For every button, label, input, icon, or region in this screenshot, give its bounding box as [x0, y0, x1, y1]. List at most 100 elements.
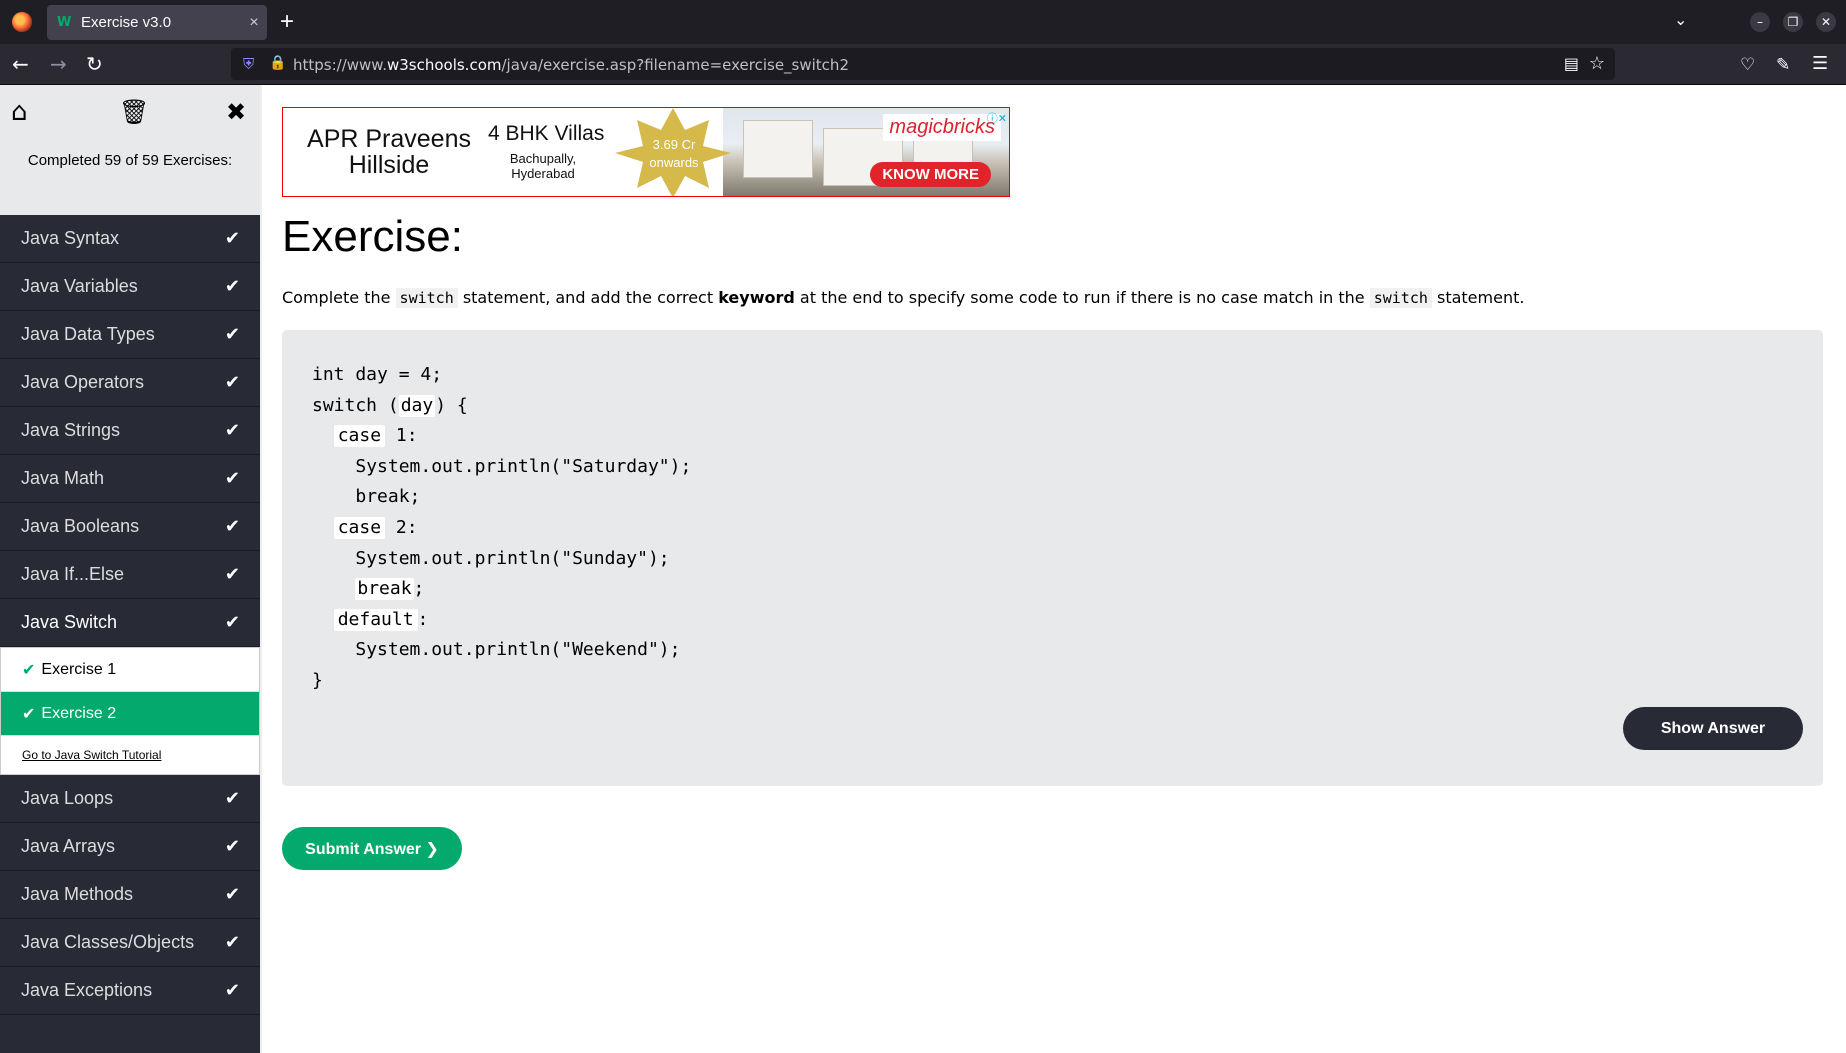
new-tab-button[interactable]: + — [280, 9, 294, 35]
home-icon[interactable]: ⌂ — [11, 97, 28, 127]
check-icon: ✔ — [22, 660, 36, 679]
w3schools-favicon-icon: W — [57, 14, 72, 30]
tracking-shield-icon[interactable]: ⛨ — [243, 55, 254, 73]
sidebar-item-label: Java Variables — [21, 276, 138, 296]
sidebar-item-java-methods[interactable]: Java Methods ✔ — [0, 871, 260, 919]
reader-view-icon[interactable]: ▤ — [1564, 54, 1579, 74]
extensions-icon[interactable]: ✎ — [1776, 54, 1790, 76]
code-exercise-box: int day = 4; switch (day) { case 1: Syst… — [282, 330, 1823, 786]
ad-headline: 4 BHK Villas — [488, 122, 605, 145]
exercise-1-link[interactable]: ✔ Exercise 1 — [1, 648, 259, 692]
answer-input-5[interactable]: default — [333, 608, 418, 631]
sidebar-item-java-if-else[interactable]: Java If...Else ✔ — [0, 551, 260, 599]
exercise-question: Complete the switch statement, and add t… — [282, 288, 1525, 308]
answer-input-1[interactable]: day — [398, 394, 436, 417]
switch-exercise-list: ✔ Exercise 1 ✔ Exercise 2 Go to Java Switc… — [0, 647, 260, 775]
sidebar-item-java-arrays[interactable]: Java Arrays ✔ — [0, 823, 260, 871]
back-arrow-icon[interactable]: ← — [12, 53, 29, 75]
sidebar-item-label: Java Math — [21, 468, 105, 488]
sidebar-item-label: Java Loops — [21, 788, 114, 808]
ad-building-shape — [743, 120, 813, 178]
sidebar-item-label: Java Strings — [21, 420, 121, 440]
minimize-icon[interactable]: – — [1750, 12, 1770, 32]
exercise-label: Exercise 2 — [41, 704, 117, 722]
sidebar-item-java-operators[interactable]: Java Operators ✔ — [0, 359, 260, 407]
completion-progress: Completed 59 of 59 Exercises: — [27, 152, 233, 169]
tab-list-chevron-icon[interactable]: ⌄ — [1674, 10, 1687, 30]
check-icon: ✔ — [224, 228, 240, 249]
sidebar-item-java-classes-objects[interactable]: Java Classes/Objects ✔ — [0, 919, 260, 967]
pocket-icon[interactable]: ♡ — [1740, 54, 1755, 76]
sidebar-item-label: Java Booleans — [21, 516, 140, 536]
ad-cta-button[interactable]: KNOW MORE — [870, 162, 991, 187]
sidebar-item-label: Java Syntax — [21, 228, 120, 248]
browser-tabbar: W Exercise v3.0 × + ⌄ – ❐ ✕ — [0, 0, 1846, 44]
browser-navbar: ← → ↻ ⛨ 🔒 https://www.w3schools.com/java… — [0, 44, 1846, 85]
sidebar-item-java-booleans[interactable]: Java Booleans ✔ — [0, 503, 260, 551]
tab-title: Exercise v3.0 — [81, 14, 172, 31]
url-bar[interactable]: ⛨ 🔒 https://www.w3schools.com/java/exerc… — [231, 48, 1615, 80]
check-icon: ✔ — [224, 516, 240, 537]
check-icon: ✔ — [224, 980, 240, 1001]
sidebar-item-label: Java Arrays — [21, 836, 116, 856]
exercise-2-link[interactable]: ✔ Exercise 2 — [1, 692, 259, 736]
close-window-icon[interactable]: ✕ — [1816, 12, 1836, 32]
check-icon: ✔ — [224, 788, 240, 809]
ad-location: Bachupally, Hyderabad — [509, 151, 577, 181]
ad-brand-logo: magicbricks — [883, 114, 1001, 141]
ad-close-icon[interactable]: ⓘ✕ — [987, 110, 1007, 126]
close-icon[interactable]: ✖ — [226, 97, 246, 127]
forward-arrow-icon[interactable]: → — [50, 53, 67, 75]
sidebar-item-java-exceptions[interactable]: Java Exceptions ✔ — [0, 967, 260, 1015]
show-answer-button[interactable]: Show Answer — [1623, 707, 1803, 750]
tab-close-icon[interactable]: × — [241, 14, 267, 32]
sidebar-item-label: Java Data Types — [21, 324, 155, 344]
ad-banner[interactable]: APR Praveens Hillside 4 BHK Villas Bachu… — [282, 107, 1010, 197]
sidebar-item-java-data-types[interactable]: Java Data Types ✔ — [0, 311, 260, 359]
sidebar-item-label: Java If...Else — [21, 564, 125, 584]
check-icon: ✔ — [224, 468, 240, 489]
menu-icon[interactable]: ☰ — [1812, 53, 1828, 75]
sidebar-item-java-switch[interactable]: Java Switch ✔ — [0, 599, 260, 647]
sidebar-item-java-loops[interactable]: Java Loops ✔ — [0, 775, 260, 823]
submit-answer-button[interactable]: Submit Answer ❯ — [282, 827, 462, 870]
tutorial-link[interactable]: Go to Java Switch Tutorial — [1, 736, 259, 774]
check-icon: ✔ — [224, 276, 240, 297]
check-icon: ✔ — [224, 932, 240, 953]
ad-title: APR Praveens Hillside — [307, 125, 471, 179]
check-icon: ✔ — [224, 564, 240, 585]
sidebar-item-java-math[interactable]: Java Math ✔ — [0, 455, 260, 503]
check-icon: ✔ — [224, 836, 240, 857]
sidebar-item-label: Java Operators — [21, 372, 145, 392]
bookmark-star-icon[interactable]: ☆ — [1589, 53, 1605, 74]
answer-input-2[interactable]: case — [333, 425, 386, 448]
check-icon: ✔ — [224, 884, 240, 905]
sidebar-item-java-strings[interactable]: Java Strings ✔ — [0, 407, 260, 455]
sidebar-item-java-variables[interactable]: Java Variables ✔ — [0, 263, 260, 311]
answer-input-4[interactable]: break — [355, 578, 414, 601]
ad-price: 3.69 Cr onwards — [649, 137, 699, 170]
exercise-label: Exercise 1 — [41, 660, 117, 678]
code-block: int day = 4; switch (day) { case 1: Syst… — [312, 364, 692, 691]
page-title: Exercise: — [282, 212, 463, 261]
check-icon: ✔ — [224, 612, 240, 633]
lock-icon[interactable]: 🔒 — [269, 55, 286, 71]
reload-icon[interactable]: ↻ — [86, 53, 103, 75]
sidebar-item-java-syntax[interactable]: Java Syntax ✔ — [0, 215, 260, 263]
check-icon: ✔ — [22, 704, 36, 723]
restore-icon[interactable]: ❐ — [1783, 12, 1803, 32]
sidebar-item-label: Java Classes/Objects — [21, 932, 195, 952]
firefox-logo-icon — [12, 12, 32, 32]
browser-tab[interactable]: W Exercise v3.0 × — [47, 5, 267, 40]
answer-input-3[interactable]: case — [333, 516, 386, 539]
exercise-sidebar: ⌂ 🗑 ✖ Completed 59 of 59 Exercises: Java… — [0, 85, 260, 1053]
url-text[interactable]: https://www.w3schools.com/java/exercise.… — [293, 56, 849, 74]
sidebar-item-label: Java Exceptions — [21, 980, 153, 1000]
check-icon: ✔ — [224, 420, 240, 441]
check-icon: ✔ — [224, 372, 240, 393]
sidebar-item-label: Java Methods — [21, 884, 134, 904]
sidebar-divider — [260, 85, 262, 1053]
sidebar-header: ⌂ 🗑 ✖ Completed 59 of 59 Exercises: — [0, 85, 260, 215]
trash-icon[interactable]: 🗑 — [119, 97, 149, 127]
sidebar-item-label: Java Switch — [21, 612, 118, 632]
